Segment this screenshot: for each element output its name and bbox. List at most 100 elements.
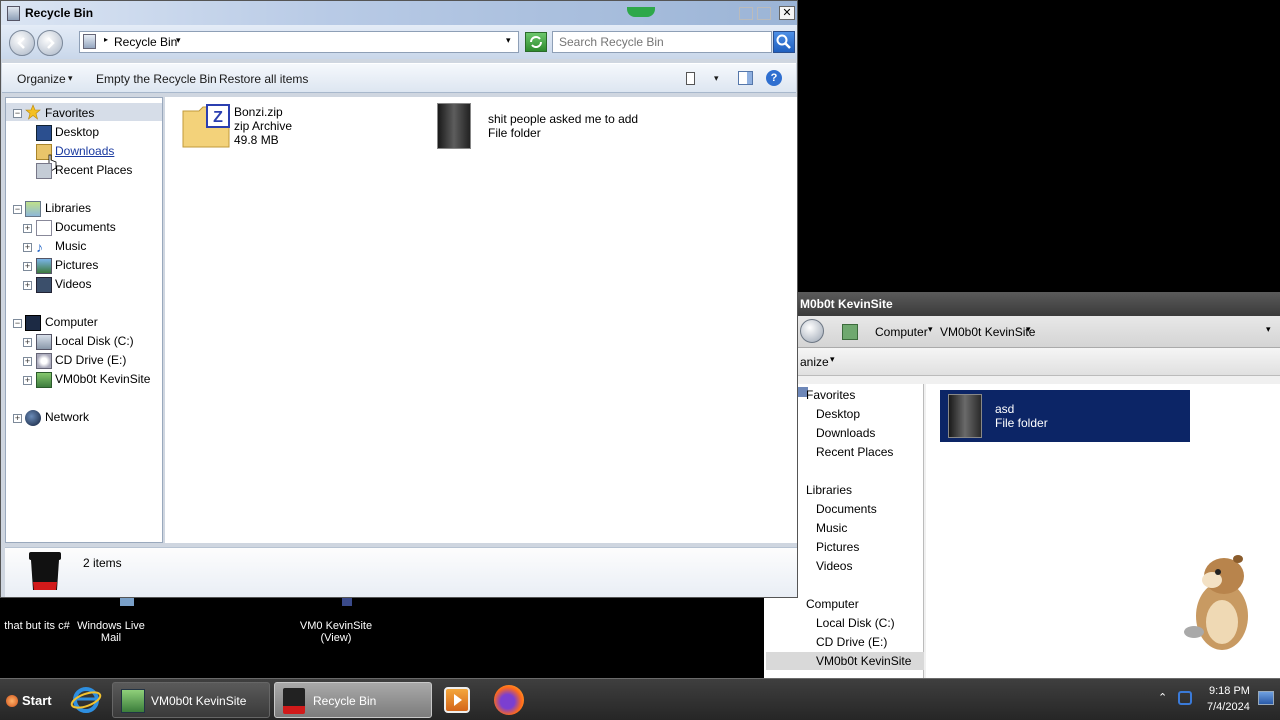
taskbar-button-vm-site[interactable]: VM0b0t KevinSite [112, 682, 270, 718]
desktop-icon-csharp[interactable]: that but its c# [0, 620, 74, 632]
bonzi-character-icon[interactable] [1178, 552, 1262, 656]
navigation-pane: − Favorites Desktop Downloads Recent Pla… [5, 97, 163, 543]
content-pane: Z Bonzi.zip zip Archive 49.8 MB shit peo… [165, 97, 797, 543]
window-title: M0b0t KevinSite [800, 297, 893, 311]
item-name: Bonzi.zip [234, 105, 283, 119]
forward-button[interactable] [37, 30, 63, 56]
chevron-down-icon[interactable]: ▾ [1266, 324, 1271, 335]
chevron-down-icon[interactable]: ▾ [714, 73, 719, 84]
file-item-bonzi-zip[interactable]: Z Bonzi.zip zip Archive 49.8 MB [181, 101, 421, 151]
favorites-star-icon [25, 104, 41, 120]
nav-local-disk[interactable]: Local Disk (C:) [55, 334, 134, 348]
nav-videos[interactable]: Videos [55, 277, 91, 291]
chevron-down-icon[interactable]: ▾ [176, 35, 181, 46]
breadcrumb-vm-site[interactable]: VM0b0t KevinSite [940, 325, 1035, 339]
item-name: asd [995, 402, 1015, 416]
collapse-icon[interactable]: − [13, 109, 22, 118]
breadcrumb-computer[interactable]: Computer [875, 325, 928, 339]
nav-local-disk[interactable]: Local Disk (C:) [816, 616, 895, 630]
show-hidden-icons-icon[interactable]: ⌃ [1158, 691, 1167, 704]
expand-icon[interactable]: + [23, 224, 32, 233]
nav-downloads[interactable]: Downloads [55, 144, 114, 158]
nav-music[interactable]: Music [816, 521, 847, 535]
help-icon[interactable]: ? [766, 70, 782, 86]
expand-icon[interactable]: + [23, 338, 32, 347]
taskbar-button-recycle-bin[interactable]: Recycle Bin [274, 682, 432, 718]
address-field[interactable]: ▸ Recycle Bin ▾ ▾ [79, 31, 519, 53]
nav-libraries[interactable]: Libraries [45, 201, 91, 215]
nav-recent-places[interactable]: Recent Places [55, 163, 132, 177]
clock-time[interactable]: 9:18 PM [1209, 685, 1250, 697]
nav-network[interactable]: Network [45, 410, 89, 424]
title-bar[interactable]: M0b0t KevinSite [764, 292, 1280, 316]
nav-desktop[interactable]: Desktop [816, 407, 860, 421]
network-tray-icon[interactable] [1178, 691, 1192, 705]
internet-explorer-icon[interactable] [70, 685, 102, 715]
nav-computer[interactable]: Computer [45, 315, 98, 329]
collapse-icon[interactable]: − [13, 319, 22, 328]
chevron-down-icon[interactable]: ▾ [1026, 324, 1031, 335]
nav-videos[interactable]: Videos [816, 559, 852, 573]
nav-cd-drive[interactable]: CD Drive (E:) [55, 353, 126, 367]
nav-cd-drive[interactable]: CD Drive (E:) [816, 635, 887, 649]
media-player-icon[interactable] [444, 687, 470, 713]
desktop-icon-vm-view[interactable]: VM0 KevinSite (View) [296, 620, 376, 644]
nav-downloads[interactable]: Downloads [816, 426, 875, 440]
chevron-down-icon[interactable]: ▾ [830, 354, 835, 365]
change-view-icon[interactable] [686, 72, 695, 85]
nav-music[interactable]: Music [55, 239, 86, 253]
recycle-bin-window[interactable]: Recycle Bin ✕ ▸ Recycle Bin ▾ ▾ Organize… [0, 0, 798, 598]
expand-icon[interactable]: + [23, 357, 32, 366]
nav-computer[interactable]: Computer [806, 597, 859, 611]
nav-recent-places[interactable]: Recent Places [816, 445, 893, 459]
nav-favorites[interactable]: Favorites [806, 388, 855, 402]
expand-icon[interactable]: + [23, 376, 32, 385]
search-button[interactable] [773, 31, 795, 53]
chevron-down-icon[interactable]: ▾ [928, 324, 933, 335]
show-desktop-icon[interactable] [1258, 691, 1274, 705]
address-dropdown-icon[interactable]: ▾ [506, 35, 511, 46]
refresh-button[interactable] [525, 32, 547, 52]
folder-item-shit-people-asked[interactable]: shit people asked me to add File folder [437, 101, 697, 151]
firefox-icon[interactable] [494, 685, 524, 715]
nav-documents[interactable]: Documents [55, 220, 116, 234]
expand-icon[interactable]: + [13, 414, 22, 423]
details-pane: 2 items [5, 547, 797, 597]
maximize-icon[interactable] [757, 7, 771, 20]
search-input[interactable] [552, 31, 772, 53]
chevron-down-icon[interactable]: ▾ [68, 73, 73, 84]
expand-icon[interactable]: + [23, 243, 32, 252]
organize-button[interactable]: Organize [17, 72, 66, 86]
nav-vm-site[interactable]: VM0b0t KevinSite [816, 654, 911, 668]
chevron-right-icon[interactable]: ▸ [104, 35, 108, 44]
nav-libraries[interactable]: Libraries [806, 483, 852, 497]
nav-documents[interactable]: Documents [816, 502, 877, 516]
nav-vm-site[interactable]: VM0b0t KevinSite [55, 372, 150, 386]
taskbar-label: VM0b0t KevinSite [151, 694, 247, 708]
nav-desktop[interactable]: Desktop [55, 125, 99, 139]
title-bar[interactable]: Recycle Bin ✕ [1, 1, 797, 25]
nav-favorites[interactable]: Favorites [45, 106, 94, 120]
expand-icon[interactable]: + [23, 281, 32, 290]
start-button[interactable]: Start [2, 682, 56, 718]
videos-icon [36, 277, 52, 293]
minimize-icon[interactable] [739, 7, 753, 20]
back-arrow-icon[interactable] [800, 319, 824, 343]
libraries-icon [25, 201, 41, 217]
command-bar: Organize ▾ Empty the Recycle Bin Restore… [2, 63, 796, 93]
close-icon[interactable]: ✕ [779, 6, 795, 20]
clock-date[interactable]: 7/4/2024 [1207, 701, 1250, 713]
restore-all-items-button[interactable]: Restore all items [219, 72, 308, 86]
collapse-icon[interactable]: − [13, 205, 22, 214]
windows-live-mail-icon [120, 598, 134, 606]
nav-pictures[interactable]: Pictures [55, 258, 98, 272]
organize-button[interactable]: anize [800, 355, 829, 369]
selected-folder-item[interactable]: asd File folder [940, 390, 1190, 442]
nav-pictures[interactable]: Pictures [816, 540, 859, 554]
breadcrumb-recycle-bin[interactable]: Recycle Bin [114, 35, 177, 49]
back-button[interactable] [9, 30, 35, 56]
preview-pane-icon[interactable] [738, 71, 753, 85]
expand-icon[interactable]: + [23, 262, 32, 271]
empty-recycle-bin-button[interactable]: Empty the Recycle Bin [96, 72, 217, 86]
desktop-icon-windows-live-mail[interactable]: Windows Live Mail [72, 620, 150, 644]
